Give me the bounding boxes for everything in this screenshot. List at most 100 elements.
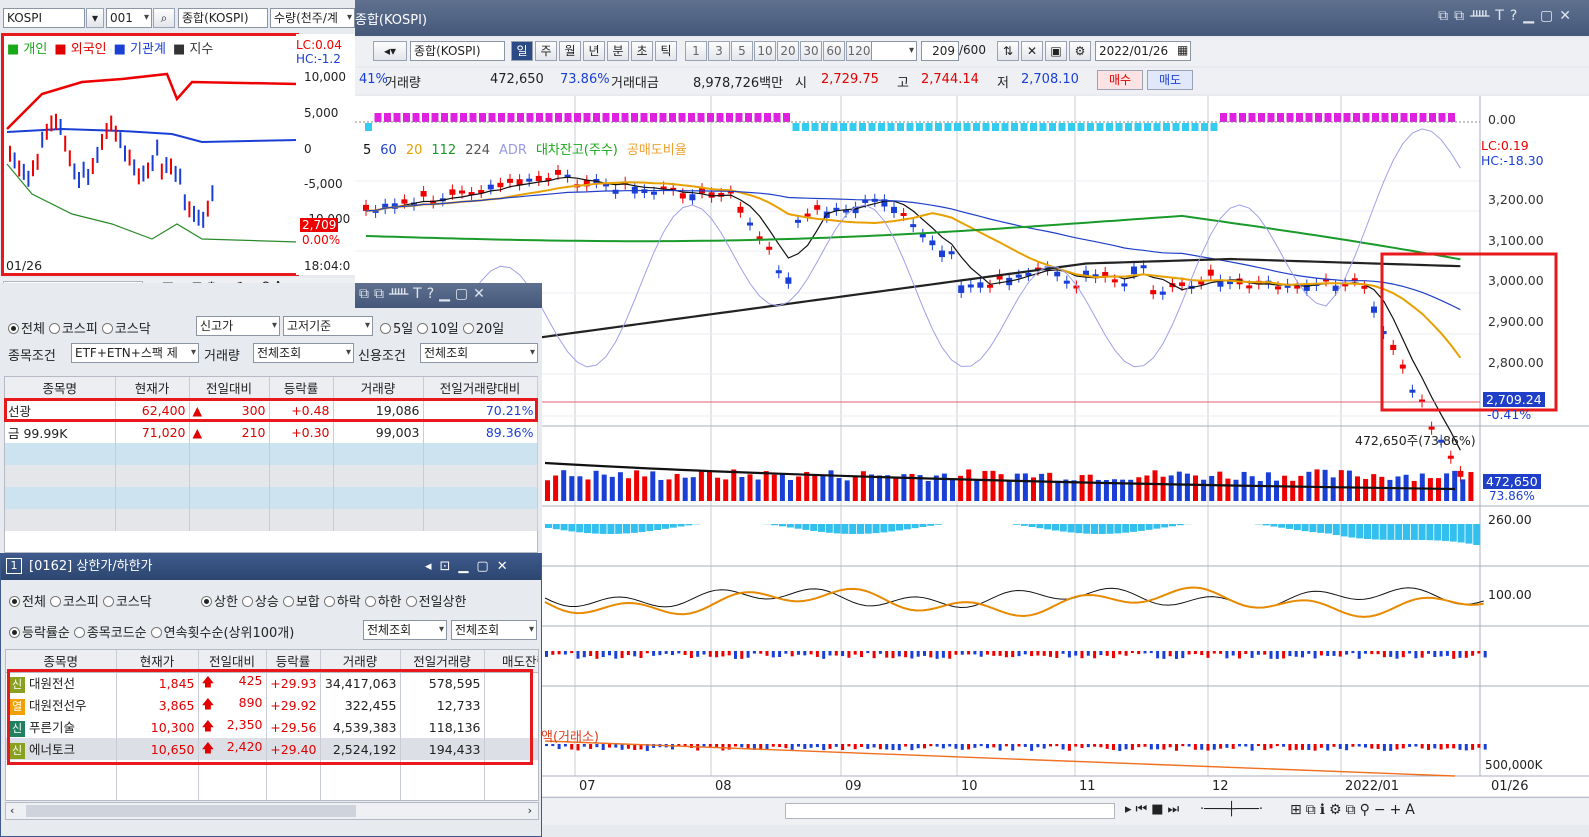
scr-col-3[interactable]: 등락률 xyxy=(269,377,334,400)
save-icon[interactable]: ▣ xyxy=(1045,41,1067,61)
lim-type-2-radio[interactable] xyxy=(282,596,294,607)
scr-days-2[interactable]: 20일 xyxy=(462,322,504,337)
minute-unit-5[interactable]: 5 xyxy=(731,41,753,61)
scr-col-0[interactable]: 종목명 xyxy=(5,377,116,400)
vol-select[interactable]: 전체조회 xyxy=(253,343,354,363)
lim-type-3-radio[interactable] xyxy=(323,596,335,607)
lim-col-5[interactable]: 전일거래량 xyxy=(400,650,485,673)
table-row[interactable]: 금 99.99K 71,020 ▲ 210 +0.30 99,003 89.36% xyxy=(5,421,538,443)
sell-button[interactable]: 매도 xyxy=(1147,70,1193,90)
lim-sort-1[interactable]: 종목코드순 xyxy=(73,626,147,641)
scr-col-5[interactable]: 전일거래량대비 xyxy=(423,377,538,400)
minute-unit-60[interactable]: 60 xyxy=(823,41,845,61)
blank-select[interactable] xyxy=(871,41,917,61)
search-icon[interactable]: ⌕ xyxy=(153,8,175,28)
minute-unit-3[interactable]: 3 xyxy=(708,41,730,61)
unit-select[interactable]: 수량(천주/계 xyxy=(270,8,355,28)
credit-select[interactable]: 전체조회 xyxy=(420,343,538,363)
scr-col-4[interactable]: 거래량 xyxy=(333,377,424,400)
market-input[interactable]: KOSPI xyxy=(3,8,85,28)
basis-select[interactable]: 고저기준 xyxy=(283,316,373,336)
lim-market-1[interactable]: 코스피 xyxy=(49,595,99,610)
scr-market-1-radio[interactable] xyxy=(48,323,60,334)
lim-col-3[interactable]: 등락률 xyxy=(266,650,321,673)
period-tab-3[interactable]: 년 xyxy=(583,41,605,61)
limit-type-radios[interactable]: 상한 상승 보합 하락 하한 전일상한 xyxy=(201,591,470,610)
market-radios[interactable]: 전체 코스피 코스닥 xyxy=(8,318,155,337)
lim-type-4[interactable]: 하한 xyxy=(364,595,402,610)
lim-market-0[interactable]: 전체 xyxy=(9,595,46,610)
limit-scrollbar[interactable]: ‹ › xyxy=(5,802,539,820)
lim-sort-0[interactable]: 등락률순 xyxy=(9,626,70,641)
scr-market-2-radio[interactable] xyxy=(101,323,113,334)
calendar-icon[interactable]: ▦ xyxy=(1177,43,1188,57)
period-tab-1[interactable]: 주 xyxy=(535,41,557,61)
limit-select-1[interactable]: 전체조회 xyxy=(363,620,447,640)
scr-market-2[interactable]: 코스닥 xyxy=(101,322,151,337)
period-tab-5[interactable]: 초 xyxy=(631,41,653,61)
lim-col-2[interactable]: 전일대비 xyxy=(198,650,267,673)
period-tab-6[interactable]: 틱 xyxy=(655,41,677,61)
buy-button[interactable]: 매수 xyxy=(1097,70,1143,90)
window-controls[interactable]: ⧉⧉ᚊT?▁▢✕ xyxy=(1438,8,1577,24)
lim-type-3[interactable]: 하락 xyxy=(323,595,361,610)
limit-controls[interactable]: ◂⊡▁▢✕ xyxy=(425,554,516,580)
lim-type-1-radio[interactable] xyxy=(241,596,253,607)
lim-type-0[interactable]: 상한 xyxy=(201,595,238,610)
tool-button-2[interactable]: ✕ xyxy=(1021,41,1043,61)
cond-select[interactable]: ETF+ETN+스팩 제 xyxy=(71,343,199,363)
name-input[interactable]: 종합(KOSPI) xyxy=(178,8,268,28)
scr-market-0-radio[interactable] xyxy=(8,323,19,334)
scrollbar[interactable] xyxy=(785,803,1115,819)
view-tools[interactable]: ⊞⧉ℹ⚙⧉⚲−+A xyxy=(1290,802,1419,818)
symbol-input[interactable]: 종합(KOSPI) xyxy=(410,41,505,61)
scr-days-2-radio[interactable] xyxy=(462,323,474,334)
scr-days-0[interactable]: 5일 xyxy=(380,322,413,337)
screener-controls[interactable]: ⧉⧉ᚊT?▁▢✕ xyxy=(359,286,490,302)
lim-type-2[interactable]: 보합 xyxy=(282,595,320,610)
limit-select-2[interactable]: 전체조회 xyxy=(451,620,537,640)
investor-chart-area[interactable]: ■ 개인 ■ 외국인 ■ 기관계 ■ 지수 01/26 xyxy=(1,33,299,276)
zoom-slider[interactable]: ·───┼───· xyxy=(1200,802,1263,817)
lim-sort-1-radio[interactable] xyxy=(73,627,85,638)
lim-sort-2-radio[interactable] xyxy=(150,627,162,638)
period-tab-4[interactable]: 분 xyxy=(607,41,629,61)
minute-unit-1[interactable]: 1 xyxy=(685,41,707,61)
lim-col-0[interactable]: 종목명 xyxy=(6,650,117,673)
lim-type-0-radio[interactable] xyxy=(201,596,212,607)
gear-icon[interactable]: ⚙ xyxy=(1069,41,1091,61)
scr-market-0[interactable]: 전체 xyxy=(8,322,45,337)
sound-button[interactable]: ◂▾ xyxy=(373,41,407,61)
limit-sort-radios[interactable]: 등락률순 종목코드순 연속횟수순(상위100개) xyxy=(9,622,298,641)
days-radios[interactable]: 5일 10일 20일 xyxy=(380,318,508,337)
minute-unit-30[interactable]: 30 xyxy=(800,41,822,61)
lim-col-6[interactable]: 매도잔량 xyxy=(484,650,538,673)
period-tab-2[interactable]: 월 xyxy=(559,41,581,61)
count-input[interactable]: 209 xyxy=(921,41,959,61)
lim-sort-0-radio[interactable] xyxy=(9,627,20,638)
scr-days-1-radio[interactable] xyxy=(417,323,429,334)
lim-market-2[interactable]: 코스닥 xyxy=(102,595,152,610)
table-row[interactable]: 선광 62,400 ▲ 300 +0.48 19,086 70.21% xyxy=(4,398,538,422)
scr-market-1[interactable]: 코스피 xyxy=(48,322,98,337)
tool-button-1[interactable]: ⇅ xyxy=(997,41,1019,61)
lim-market-1-radio[interactable] xyxy=(49,596,61,607)
scr-col-2[interactable]: 전일대비 xyxy=(189,377,270,400)
scr-days-1[interactable]: 10일 xyxy=(417,322,459,337)
period-tab-0[interactable]: 일 xyxy=(511,41,533,61)
lim-col-4[interactable]: 거래량 xyxy=(320,650,401,673)
scr-days-0-radio[interactable] xyxy=(380,323,391,334)
market-dropdown[interactable]: ▾ xyxy=(86,8,104,28)
minute-unit-20[interactable]: 20 xyxy=(777,41,799,61)
lim-type-5[interactable]: 전일상한 xyxy=(405,595,466,610)
filter-select[interactable]: 신고가 xyxy=(196,316,280,336)
scr-col-1[interactable]: 현재가 xyxy=(115,377,190,400)
lim-market-2-radio[interactable] xyxy=(102,596,114,607)
code-input[interactable]: 001 xyxy=(106,8,152,28)
lim-sort-2[interactable]: 연속횟수순(상위100개) xyxy=(150,626,294,641)
lim-type-5-radio[interactable] xyxy=(405,596,417,607)
minute-unit-10[interactable]: 10 xyxy=(754,41,776,61)
lim-market-0-radio[interactable] xyxy=(9,596,20,607)
nav-buttons[interactable]: ▸⏮■⏭ xyxy=(1125,802,1183,817)
lim-type-4-radio[interactable] xyxy=(364,596,376,607)
